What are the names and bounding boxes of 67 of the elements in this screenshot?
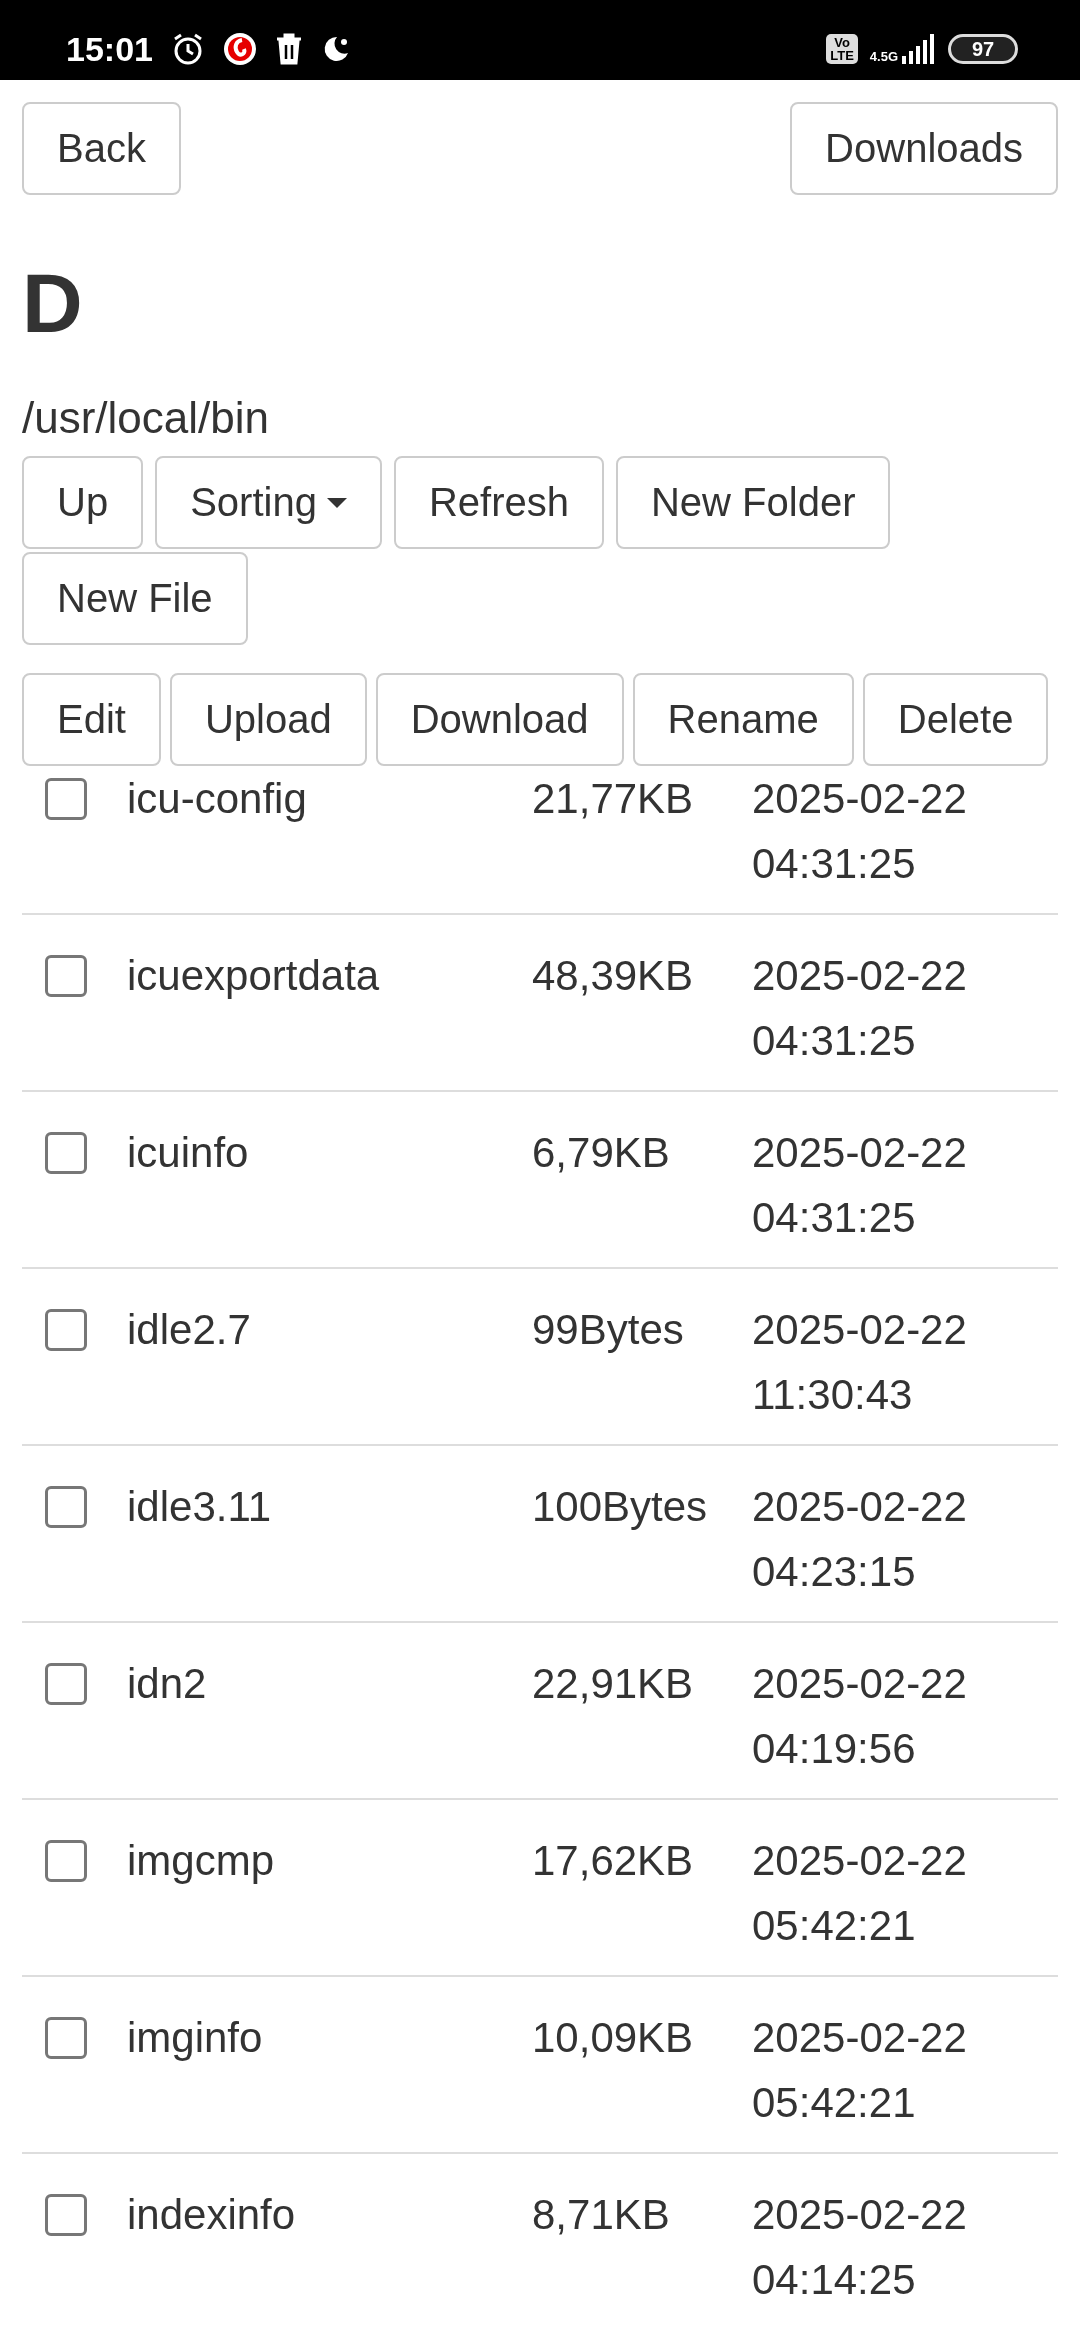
file-name: idle2.7 [127, 1305, 252, 1355]
file-size: 17,62KB [532, 1836, 695, 1886]
file-name: idn2 [127, 1659, 208, 1709]
file-time: 05:42:21 [752, 2078, 917, 2128]
file-name: icuinfo [127, 1128, 250, 1178]
battery-level: 97 [948, 34, 1018, 64]
file-size: 21,77KB [532, 774, 695, 824]
file-size: 8,71KB [532, 2190, 671, 2240]
file-name: icuexportdata [127, 951, 381, 1001]
file-date: 2025-02-22 [752, 2013, 968, 2063]
file-size: 48,39KB [532, 951, 695, 1001]
action-button[interactable]: Upload [169, 673, 367, 766]
checkbox[interactable] [45, 1309, 87, 1351]
network-label: 4.5G [869, 50, 898, 64]
volte-badge: Vo LTE [826, 34, 858, 64]
toolbar-button[interactable]: New File [22, 552, 248, 645]
file-name: icu-config [127, 774, 308, 824]
file-size: 100Bytes [532, 1482, 709, 1532]
file-date: 2025-02-22 [752, 1305, 968, 1355]
file-time: 04:14:25 [752, 2255, 917, 2305]
file-date: 2025-02-22 [752, 1128, 968, 1178]
checkbox[interactable] [45, 1663, 87, 1705]
signal-icon [900, 34, 934, 64]
back-button[interactable]: Back [22, 102, 181, 195]
checkbox[interactable] [45, 1132, 87, 1174]
file-date: 2025-02-22 [752, 1482, 968, 1532]
checkbox[interactable] [45, 778, 87, 820]
file-date: 2025-02-22 [752, 2190, 968, 2240]
file-name: imginfo [127, 2013, 264, 2063]
file-name: idle3.11 [127, 1482, 272, 1532]
file-time: 04:23:15 [752, 1547, 917, 1597]
file-name: imgcmp [127, 1836, 276, 1886]
file-time: 05:42:21 [752, 1901, 917, 1951]
file-size: 6,79KB [532, 1128, 671, 1178]
caret-icon [326, 497, 347, 508]
file-date: 2025-02-22 [752, 1836, 968, 1886]
file-date: 2025-02-22 [752, 774, 968, 824]
file-time: 04:31:25 [752, 1193, 917, 1243]
file-time: 04:19:56 [752, 1724, 917, 1774]
checkbox[interactable] [45, 1840, 87, 1882]
toolbar-button[interactable]: Refresh [393, 456, 604, 549]
checkbox[interactable] [45, 2194, 87, 2236]
sorting-dropdown[interactable]: Sorting [155, 456, 382, 549]
action-button[interactable]: Rename [632, 673, 854, 766]
file-date: 2025-02-22 [752, 1659, 968, 1709]
folder-path: /usr/local/bin [22, 392, 270, 444]
page-title: D [22, 255, 84, 352]
file-time: 04:31:25 [752, 839, 917, 889]
checkbox[interactable] [45, 2017, 87, 2059]
file-size: 22,91KB [532, 1659, 695, 1709]
checkbox[interactable] [45, 1486, 87, 1528]
file-time: 11:30:43 [752, 1370, 914, 1420]
checkbox[interactable] [45, 955, 87, 997]
downloads-button[interactable]: Downloads [790, 102, 1058, 195]
file-size: 99Bytes [532, 1305, 685, 1355]
file-time: 04:31:25 [752, 1016, 917, 1066]
trash-icon [274, 33, 303, 65]
brand-logo-icon [222, 32, 257, 66]
toolbar-button[interactable]: New Folder [615, 456, 891, 549]
action-button[interactable]: Edit [22, 673, 161, 766]
action-button[interactable]: Download [375, 673, 624, 766]
clock: 15:01 [66, 29, 153, 69]
file-name: indexinfo [127, 2190, 297, 2240]
toolbar-button[interactable]: Up [22, 456, 144, 549]
file-size: 10,09KB [532, 2013, 695, 2063]
action-button[interactable]: Delete [862, 673, 1049, 766]
file-date: 2025-02-22 [752, 951, 968, 1001]
